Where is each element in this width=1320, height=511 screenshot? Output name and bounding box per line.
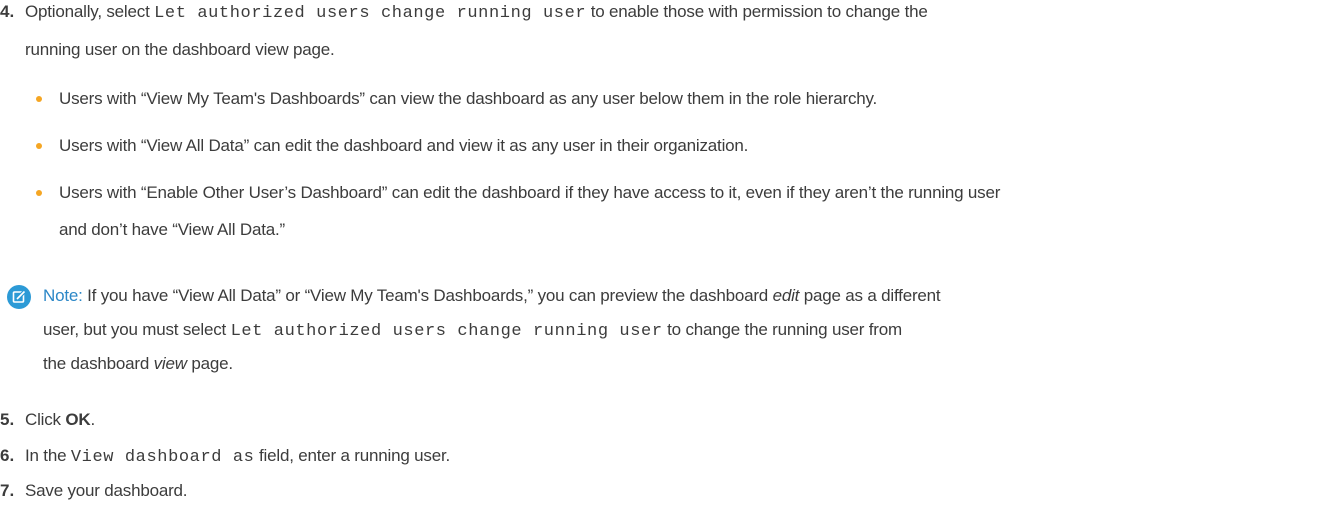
- step-5-after: .: [90, 410, 95, 429]
- step-7-number: 7.: [0, 481, 15, 500]
- document-page: 4. Optionally, select Let authorized use…: [0, 0, 1320, 511]
- note-line-3-after: page.: [186, 354, 233, 373]
- note-line-1-after: page as a different: [799, 286, 941, 305]
- note-line-3-before: the dashboard: [43, 354, 154, 373]
- step-4-text-after: to enable those with permission to chang…: [586, 2, 928, 21]
- step-6-number: 6.: [0, 446, 15, 465]
- step-6-text: In the View dashboard as field, enter a …: [25, 444, 450, 470]
- step-7-text: Save your dashboard.: [25, 481, 188, 500]
- step-5-text: Click OK.: [25, 408, 95, 432]
- bullet-item-3-continuation: and don’t have “View All Data.”: [59, 220, 285, 239]
- bullet-item-1: Users with “View My Team's Dashboards” c…: [59, 89, 878, 108]
- bullet-dot-3: [36, 190, 42, 196]
- note-line-3: the dashboard view page.: [43, 352, 233, 376]
- step-4-code: Let authorized users change running user: [154, 4, 587, 23]
- note-line-2-code: Let authorized users change running user: [230, 322, 663, 341]
- step-4-number: 4.: [0, 2, 15, 21]
- step-6-after: field, enter a running user.: [254, 446, 450, 465]
- step-6-before: In the: [25, 446, 71, 465]
- note-line-1-em: edit: [772, 286, 800, 305]
- step-4-text-before: Optionally, select: [25, 2, 155, 21]
- step-5-number: 5.: [0, 410, 15, 429]
- step-4-continuation: running user on the dashboard view page.: [25, 40, 335, 59]
- bullet-dot-2: [36, 143, 42, 149]
- step-5-before: Click: [25, 410, 66, 429]
- bullet-item-2: Users with “View All Data” can edit the …: [59, 136, 749, 155]
- bullet-dot-1: [36, 96, 42, 102]
- note-line-1-before: If you have “View All Data” or “View My …: [82, 286, 773, 305]
- note-line-2: user, but you must select Let authorized…: [43, 318, 902, 344]
- step-4-text: Optionally, select Let authorized users …: [25, 0, 928, 26]
- note-line-1: Note: If you have “View All Data” or “Vi…: [43, 284, 941, 308]
- note-label: Note:: [43, 286, 83, 305]
- step-5-bold: OK: [65, 410, 91, 429]
- edit-icon: [7, 285, 31, 309]
- step-6-code: View dashboard as: [70, 448, 255, 467]
- note-line-2-before: user, but you must select: [43, 320, 231, 339]
- bullet-item-3: Users with “Enable Other User’s Dashboar…: [59, 183, 1001, 202]
- note-line-2-after: to change the running user from: [662, 320, 902, 339]
- note-line-3-em: view: [153, 354, 187, 373]
